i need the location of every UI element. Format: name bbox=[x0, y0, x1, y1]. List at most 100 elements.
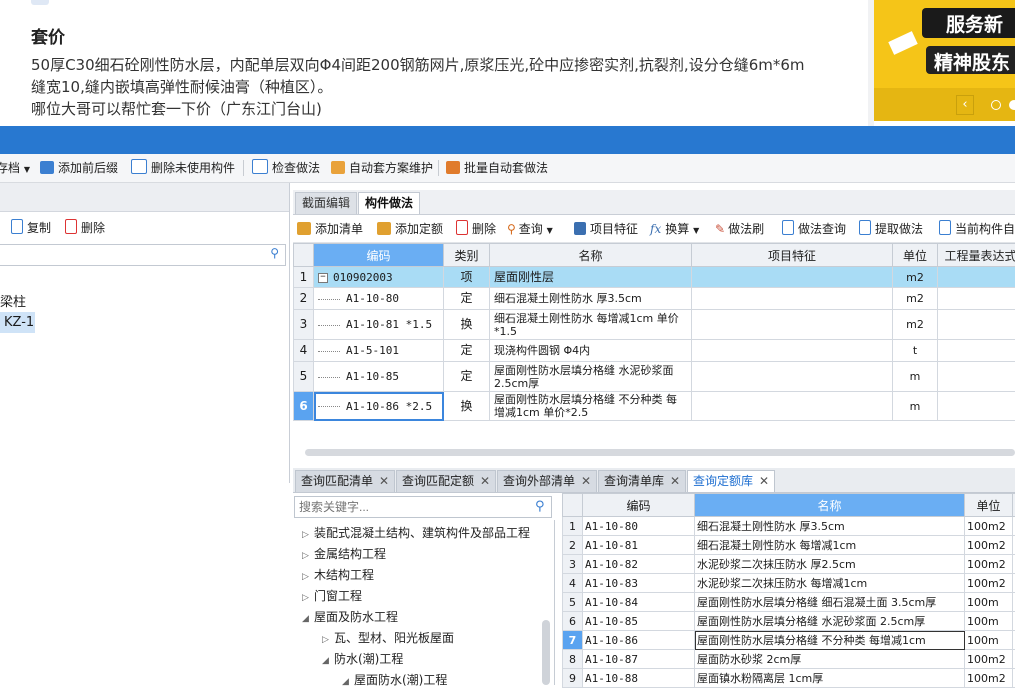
name-cell[interactable]: 细石混凝土刚性防水 每增减1cm 单价*1.5 bbox=[490, 310, 692, 340]
tree-group-label[interactable]: 梁柱 bbox=[0, 291, 26, 310]
tree-item-selected[interactable]: KZ-1 bbox=[0, 312, 35, 333]
table-row[interactable]: 3A1-10-82水泥砂浆二次抹压防水 厚2.5cm100m2 bbox=[563, 555, 1015, 574]
row-number[interactable]: 1 bbox=[563, 517, 583, 536]
table-row[interactable]: 6 A1-10-86 *2.5 换 屋面刚性防水层填分格缝 不分种类 每增减1c… bbox=[294, 392, 1015, 421]
method-brush-button[interactable]: ✎做法刷 bbox=[715, 215, 764, 243]
name-cell[interactable]: 屋面刚性防水层填分格缝 不分种类 每增减1cm bbox=[695, 631, 965, 650]
method-query-button[interactable]: 做法查询 bbox=[782, 215, 846, 243]
code-cell[interactable]: A1-10-86 bbox=[583, 631, 695, 650]
name-cell[interactable]: 细石混凝土刚性防水 每增减1cm bbox=[695, 536, 965, 555]
unit-cell[interactable]: 100m bbox=[965, 631, 1013, 650]
collapse-icon[interactable]: − bbox=[318, 273, 328, 283]
col-header-feature[interactable]: 项目特征 bbox=[692, 244, 893, 267]
unit-cell[interactable]: m bbox=[893, 362, 938, 392]
expand-icon[interactable]: ▷ bbox=[302, 551, 314, 561]
tab-external-list[interactable]: 查询外部清单✕ bbox=[497, 470, 597, 492]
code-cell[interactable]: A1-5-101 bbox=[314, 340, 444, 362]
delete-row-button[interactable]: 删除 bbox=[456, 215, 496, 243]
delete-unused-button[interactable]: 删除未使用构件 bbox=[131, 154, 235, 182]
search-icon[interactable]: ⚲ bbox=[270, 246, 279, 260]
category-cell[interactable]: 换 bbox=[444, 310, 490, 340]
unit-cell[interactable]: 100m2 bbox=[965, 517, 1013, 536]
feature-cell[interactable] bbox=[692, 310, 893, 340]
name-cell[interactable]: 屋面防水砂浆 2cm厚 bbox=[695, 650, 965, 669]
name-cell[interactable]: 水泥砂浆二次抹压防水 每增减1cm bbox=[695, 574, 965, 593]
name-cell[interactable]: 屋面刚性防水层填分格缝 细石混凝土面 3.5cm厚 bbox=[695, 593, 965, 612]
col-header-code[interactable]: 编码 bbox=[314, 244, 444, 267]
name-cell[interactable]: 细石混凝土刚性防水 厚3.5cm bbox=[695, 517, 965, 536]
quantity-expr-cell[interactable] bbox=[938, 310, 1015, 340]
col-header-unit[interactable]: 单位 bbox=[965, 494, 1013, 517]
code-cell[interactable]: A1-10-81 *1.5 bbox=[314, 310, 444, 340]
quantity-expr-cell[interactable] bbox=[938, 340, 1015, 362]
unit-cell[interactable]: m2 bbox=[893, 288, 938, 310]
feature-cell[interactable] bbox=[692, 362, 893, 392]
expand-icon[interactable]: ▷ bbox=[302, 530, 314, 540]
name-cell[interactable]: 屋面刚性防水层填分格缝 水泥砂浆面 2.5cm厚 bbox=[695, 612, 965, 631]
quantity-expr-cell[interactable] bbox=[938, 392, 1015, 421]
unit-cell[interactable]: m2 bbox=[893, 267, 938, 288]
save-menu[interactable]: 存档 ▼ bbox=[0, 154, 30, 182]
tree-node[interactable]: ▷木结构工程 bbox=[302, 566, 374, 583]
col-header-name[interactable]: 名称 bbox=[490, 244, 692, 267]
category-cell[interactable]: 定 bbox=[444, 362, 490, 392]
code-cell[interactable]: −010902003 bbox=[314, 267, 444, 288]
quantity-expr-cell[interactable] bbox=[938, 267, 1015, 288]
category-cell[interactable]: 定 bbox=[444, 340, 490, 362]
tree-node[interactable]: ▷装配式混凝土结构、建筑构件及部品工程 bbox=[302, 524, 530, 541]
feature-cell[interactable] bbox=[692, 288, 893, 310]
component-search-input[interactable]: ⚲ bbox=[0, 244, 286, 266]
category-cell[interactable]: 定 bbox=[444, 288, 490, 310]
tree-node[interactable]: ◢屋面及防水工程 bbox=[302, 608, 398, 625]
row-number[interactable]: 5 bbox=[294, 362, 314, 392]
auto-apply-maintain-button[interactable]: 自动套方案维护 bbox=[331, 154, 433, 182]
tab-component-method[interactable]: 构件做法 bbox=[358, 192, 420, 214]
quantity-expr-cell[interactable] bbox=[938, 362, 1015, 392]
unit-cell[interactable]: 100m2 bbox=[965, 536, 1013, 555]
ad-banner[interactable]: 服务新 精神股东 ‹ bbox=[874, 0, 1015, 121]
vertical-scrollbar[interactable] bbox=[542, 620, 550, 685]
row-number[interactable]: 2 bbox=[563, 536, 583, 555]
banner-dot-active[interactable] bbox=[1009, 100, 1015, 110]
expand-icon[interactable]: ▷ bbox=[302, 572, 314, 582]
name-cell[interactable]: 屋面刚性防水层填分格缝 水泥砂浆面 2.5cm厚 bbox=[490, 362, 692, 392]
close-icon[interactable]: ✕ bbox=[581, 474, 591, 488]
tree-node[interactable]: ▷门窗工程 bbox=[302, 587, 362, 604]
table-row[interactable]: 2A1-10-81细石混凝土刚性防水 每增减1cm100m2 bbox=[563, 536, 1015, 555]
table-row[interactable]: 4A1-10-83水泥砂浆二次抹压防水 每增减1cm100m2 bbox=[563, 574, 1015, 593]
category-cell[interactable]: 换 bbox=[444, 392, 490, 421]
current-component-button[interactable]: 当前构件自 bbox=[939, 215, 1015, 243]
code-cell[interactable]: A1-10-81 bbox=[583, 536, 695, 555]
collapse-icon[interactable]: ◢ bbox=[302, 614, 314, 624]
table-row[interactable]: 5A1-10-84屋面刚性防水层填分格缝 细石混凝土面 3.5cm厚100m bbox=[563, 593, 1015, 612]
col-header-name[interactable]: 名称 bbox=[695, 494, 965, 517]
tab-section-edit[interactable]: 截面编辑 bbox=[295, 192, 357, 214]
convert-menu[interactable]: fx换算 ▼ bbox=[650, 215, 699, 243]
col-header-quantity-expr[interactable]: 工程量表达式 bbox=[938, 244, 1015, 267]
code-cell[interactable]: A1-10-86 *2.5 bbox=[314, 392, 444, 421]
code-cell[interactable]: A1-10-85 bbox=[583, 612, 695, 631]
quantity-expr-cell[interactable] bbox=[938, 288, 1015, 310]
collapse-icon[interactable]: ◢ bbox=[322, 656, 334, 666]
tree-node[interactable]: ▷金属结构工程 bbox=[302, 545, 386, 562]
table-row[interactable]: 6A1-10-85屋面刚性防水层填分格缝 水泥砂浆面 2.5cm厚100m bbox=[563, 612, 1015, 631]
col-header-unit[interactable]: 单位 bbox=[893, 244, 938, 267]
table-row[interactable]: 1A1-10-80细石混凝土刚性防水 厚3.5cm100m2 bbox=[563, 517, 1015, 536]
row-number[interactable]: 6 bbox=[563, 612, 583, 631]
tab-match-quota[interactable]: 查询匹配定额✕ bbox=[396, 470, 496, 492]
query-menu[interactable]: ⚲查询 ▼ bbox=[507, 215, 553, 243]
unit-cell[interactable]: 100m2 bbox=[965, 555, 1013, 574]
check-method-button[interactable]: 检查做法 bbox=[252, 154, 320, 182]
tab-quota-library[interactable]: 查询定额库✕ bbox=[687, 470, 775, 492]
row-number[interactable]: 2 bbox=[294, 288, 314, 310]
table-row[interactable]: 5 A1-10-85 定 屋面刚性防水层填分格缝 水泥砂浆面 2.5cm厚 m bbox=[294, 362, 1015, 392]
name-cell[interactable]: 屋面刚性防水层填分格缝 不分种类 每增减1cm 单价*2.5 bbox=[490, 392, 692, 421]
code-cell[interactable]: A1-10-82 bbox=[583, 555, 695, 574]
add-list-button[interactable]: 添加清单 bbox=[297, 215, 363, 243]
row-number[interactable]: 3 bbox=[563, 555, 583, 574]
batch-auto-apply-button[interactable]: 批量自动套做法 bbox=[446, 154, 548, 182]
close-icon[interactable]: ✕ bbox=[379, 474, 389, 488]
banner-prev-button[interactable]: ‹ bbox=[956, 95, 974, 115]
extract-method-button[interactable]: 提取做法 bbox=[859, 215, 923, 243]
table-row[interactable]: 4 A1-5-101 定 现浇构件圆钢 Φ4内 t bbox=[294, 340, 1015, 362]
